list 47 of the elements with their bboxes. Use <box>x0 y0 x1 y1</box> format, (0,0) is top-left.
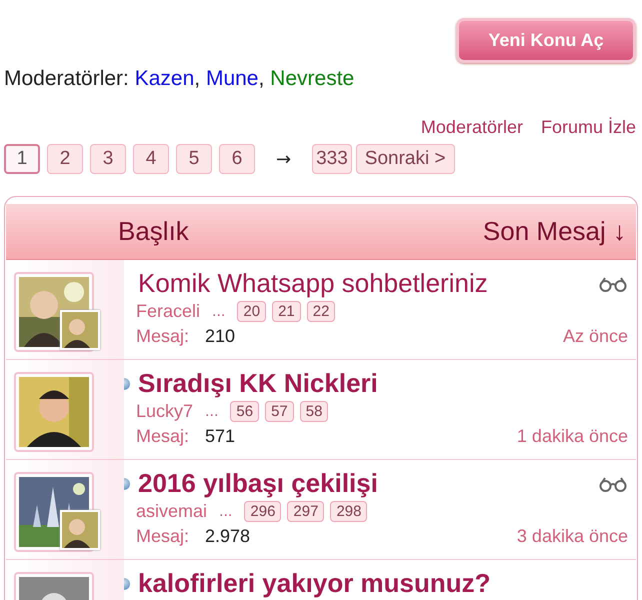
moderator-link[interactable]: Kazen <box>134 67 194 90</box>
page-button[interactable]: 6 <box>219 144 255 174</box>
page-link[interactable]: 57 <box>265 401 294 422</box>
replies-count: 210 <box>205 326 236 347</box>
page-button[interactable]: 333 <box>312 144 352 174</box>
moderators-label: Moderatörler: <box>4 67 130 90</box>
page-link[interactable]: 22 <box>306 301 336 322</box>
page-button[interactable]: 2 <box>47 144 83 174</box>
forum-link[interactable]: Moderatörler <box>420 117 523 138</box>
page-link[interactable]: 56 <box>230 401 260 422</box>
moderator-link[interactable]: Mune <box>206 67 258 90</box>
ellipsis: ... <box>205 404 218 420</box>
topic-title[interactable]: Sıradışı KK Nickleri <box>138 368 628 399</box>
column-header[interactable]: Son Mesaj ↓ <box>482 216 626 247</box>
author-link[interactable]: asivemai <box>136 501 208 522</box>
last-post-time[interactable]: Az önce <box>562 326 628 347</box>
author-link[interactable]: Lucky7 <box>136 401 194 422</box>
topic-title[interactable]: Komik Whatsapp sohbetleriniz <box>138 268 598 299</box>
ellipsis: ... <box>219 504 232 520</box>
last-post-time[interactable]: 1 dakika önce <box>516 426 628 447</box>
page-button[interactable]: 5 <box>176 144 212 174</box>
column-header[interactable]: Başlık <box>118 216 189 247</box>
page-button[interactable]: 3 <box>90 144 126 174</box>
page-link[interactable]: 298 <box>330 501 368 522</box>
page-link[interactable]: 296 <box>244 501 282 522</box>
moderator-link[interactable]: Nevreste <box>270 67 354 90</box>
page-link[interactable]: 297 <box>287 501 324 522</box>
replies-label: Mesaj: <box>136 426 190 447</box>
page-link[interactable]: 58 <box>300 401 328 422</box>
topic-title[interactable]: 2016 yılbaşı çekilişi <box>138 468 598 499</box>
page-button[interactable]: 1 <box>4 144 40 174</box>
replies-count: 571 <box>205 426 236 447</box>
page-link[interactable]: 21 <box>272 301 301 322</box>
replies-count: 2.978 <box>205 526 252 547</box>
ellipsis: ... <box>212 304 226 320</box>
next-page-button[interactable]: Sonraki > <box>356 144 455 174</box>
topic-title[interactable]: kalofirleri yakıyor musunuz? <box>138 568 628 599</box>
comma-separator: , <box>258 67 264 90</box>
forum-link[interactable]: Forumu İzle <box>540 117 636 138</box>
page-button[interactable]: 4 <box>133 144 169 174</box>
replies-label: Mesaj: <box>136 526 190 547</box>
replies-label: Mesaj: <box>136 326 190 347</box>
page-link[interactable]: 20 <box>237 301 266 322</box>
arrow-separator: → <box>276 148 292 170</box>
author-link[interactable]: Feraceli <box>136 301 200 322</box>
comma-separator: , <box>194 67 200 90</box>
last-post-time[interactable]: 3 dakika önce <box>516 526 628 547</box>
